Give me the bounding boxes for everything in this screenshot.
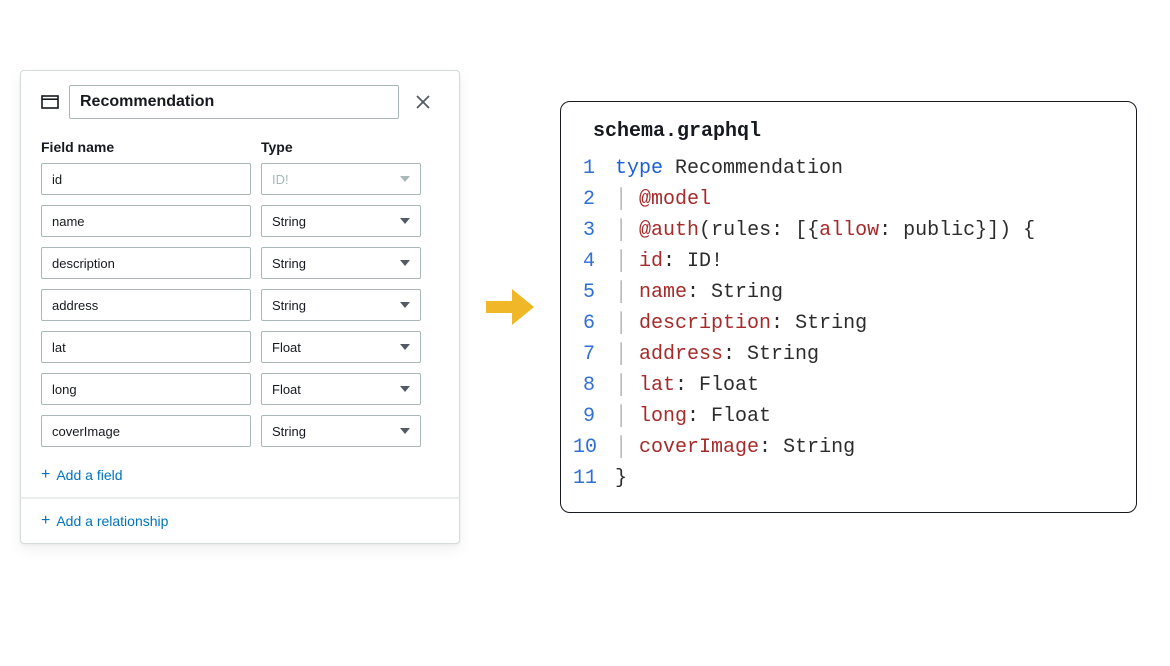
close-icon — [416, 89, 430, 115]
field-type-value: String — [272, 424, 306, 439]
chevron-down-icon — [400, 302, 410, 308]
chevron-down-icon — [400, 218, 410, 224]
line-number: 3 — [573, 215, 615, 246]
field-row: String — [41, 205, 439, 237]
add-field-label: Add a field — [56, 467, 122, 483]
line-number: 5 — [573, 277, 615, 308]
field-name-input[interactable] — [41, 373, 251, 405]
line-number: 9 — [573, 401, 615, 432]
code-filename: schema.graphql — [593, 120, 1116, 143]
code-line: 4 │ id: ID! — [573, 246, 1116, 277]
line-number: 1 — [573, 153, 615, 184]
code-line: 8 │ lat: Float — [573, 370, 1116, 401]
line-number: 8 — [573, 370, 615, 401]
code-line: 10 │ coverImage: String — [573, 432, 1116, 463]
field-type-value: String — [272, 256, 306, 271]
code-line: 2 │ @model — [573, 184, 1116, 215]
field-row: String — [41, 289, 439, 321]
field-name-input[interactable] — [41, 163, 251, 195]
close-button[interactable] — [407, 86, 439, 118]
field-type-select[interactable]: ID! — [261, 163, 421, 195]
model-editor-panel: Field name Type ID! String — [20, 70, 460, 544]
field-name-input[interactable] — [41, 205, 251, 237]
field-row: String — [41, 247, 439, 279]
model-icon — [41, 95, 59, 109]
field-name-input[interactable] — [41, 289, 251, 321]
chevron-down-icon — [400, 260, 410, 266]
field-type-value: String — [272, 214, 306, 229]
field-type-select[interactable]: Float — [261, 373, 421, 405]
line-number: 7 — [573, 339, 615, 370]
field-name-input[interactable] — [41, 331, 251, 363]
field-name-input[interactable] — [41, 247, 251, 279]
panel-header — [21, 71, 459, 131]
plus-icon: + — [41, 513, 50, 529]
chevron-down-icon — [400, 344, 410, 350]
chevron-down-icon — [400, 386, 410, 392]
field-row: Float — [41, 331, 439, 363]
line-number: 4 — [573, 246, 615, 277]
plus-icon: + — [41, 467, 50, 483]
line-number: 2 — [573, 184, 615, 215]
code-line: 3 │ @auth(rules: [{allow: public}]) { — [573, 215, 1116, 246]
line-number: 10 — [573, 432, 615, 463]
field-type-select[interactable]: Float — [261, 331, 421, 363]
line-number: 11 — [573, 463, 615, 494]
field-type-select[interactable]: String — [261, 289, 421, 321]
field-type-value: Float — [272, 382, 301, 397]
code-line: 7 │ address: String — [573, 339, 1116, 370]
panel-footer: + Add a field + Add a relationship — [21, 461, 459, 543]
line-number: 6 — [573, 308, 615, 339]
chevron-down-icon — [400, 428, 410, 434]
field-row: Float — [41, 373, 439, 405]
model-name-input[interactable] — [69, 85, 399, 119]
code-line: 11 } — [573, 463, 1116, 494]
chevron-down-icon — [400, 176, 410, 182]
field-row: String — [41, 415, 439, 447]
field-type-select[interactable]: String — [261, 247, 421, 279]
field-type-select[interactable]: String — [261, 415, 421, 447]
code-line: 9 │ long: Float — [573, 401, 1116, 432]
fields-list: ID! String Str — [21, 163, 459, 461]
add-relationship-label: Add a relationship — [56, 513, 168, 529]
field-type-select[interactable]: String — [261, 205, 421, 237]
code-line: 6 │ description: String — [573, 308, 1116, 339]
field-type-value: String — [272, 298, 306, 313]
field-type-column-header: Type — [261, 139, 421, 155]
field-row: ID! — [41, 163, 439, 195]
field-type-value: ID! — [272, 172, 289, 187]
add-relationship-button[interactable]: + Add a relationship — [21, 498, 459, 543]
code-panel: schema.graphql 1 type Recommendation 2 │… — [560, 101, 1137, 513]
code-block: 1 type Recommendation 2 │ @model 3 │ @au… — [573, 153, 1116, 494]
code-line: 1 type Recommendation — [573, 153, 1116, 184]
field-name-column-header: Field name — [41, 139, 251, 155]
field-type-value: Float — [272, 340, 301, 355]
code-line: 5 │ name: String — [573, 277, 1116, 308]
field-name-input[interactable] — [41, 415, 251, 447]
arrow-icon — [480, 287, 540, 327]
fields-header-row: Field name Type — [21, 131, 459, 163]
add-field-button[interactable]: + Add a field — [21, 461, 459, 497]
